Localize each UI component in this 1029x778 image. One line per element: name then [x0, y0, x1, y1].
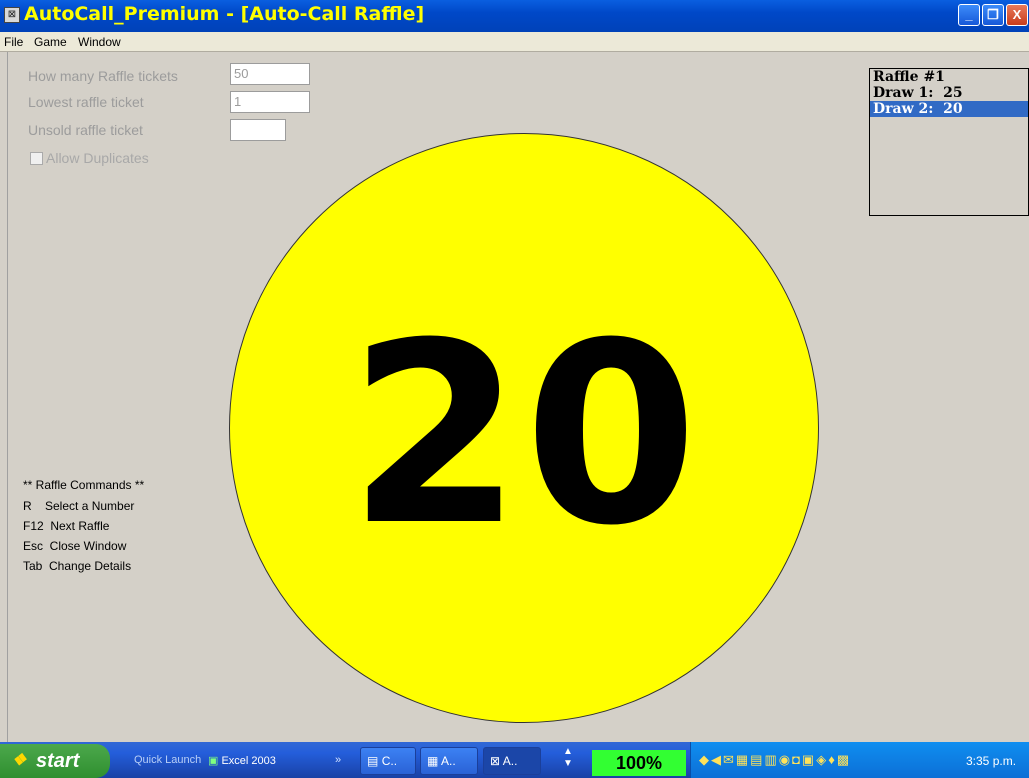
task-button-3-label: A.. — [502, 754, 518, 768]
window-title: AutoCall_Premium - [Auto-Call Raffle] — [24, 3, 425, 25]
chevron-icon[interactable]: » — [335, 754, 341, 766]
lowest-ticket-label: Lowest raffle ticket — [28, 94, 144, 110]
task-button-2[interactable]: ▦ A.. — [420, 747, 478, 775]
windows-flag-icon: ❖ — [12, 752, 27, 769]
menu-bar: File Game Window — [0, 32, 1029, 52]
task-button-3[interactable]: ⊠ A.. — [483, 747, 541, 775]
lowest-ticket-input[interactable]: 1 — [230, 91, 310, 113]
task-button-2-label: A.. — [441, 754, 456, 768]
draw-history-list[interactable]: Raffle #1 Draw 1: 25 Draw 2: 20 — [869, 68, 1029, 216]
task-button-1-label: C.. — [381, 754, 398, 768]
command-change-details: Tab Change Details — [23, 559, 132, 573]
start-label: start — [36, 750, 80, 772]
allow-duplicates-checkbox[interactable] — [30, 152, 43, 165]
clock: 3:35 p.m. — [966, 754, 1017, 768]
list-item-draw-1[interactable]: Draw 1: 25 — [870, 85, 1028, 101]
command-next-raffle: F12 Next Raffle — [23, 519, 110, 533]
restore-button[interactable]: ❐ — [982, 4, 1004, 26]
quick-launch-label: Quick Launch — [134, 754, 202, 766]
drawn-number: 20 — [348, 289, 700, 580]
app-icon[interactable]: ⊠ — [4, 7, 20, 23]
document-icon: ▦ — [427, 754, 439, 768]
unsold-ticket-input[interactable] — [230, 119, 286, 141]
title-bar: ⊠ AutoCall_Premium - [Auto-Call Raffle] … — [0, 0, 1029, 32]
excel-icon: ▣ — [208, 755, 219, 767]
excel-shortcut[interactable]: ▣ Excel 2003 — [208, 754, 276, 767]
tray-icons[interactable]: ◆◀✉▦▤▥◉◘▣◈♦▩ — [699, 752, 851, 768]
zoom-level-indicator: 100% — [592, 750, 686, 776]
task-button-1[interactable]: ▤ C.. — [360, 747, 416, 775]
tickets-input[interactable]: 50 — [230, 63, 310, 85]
menu-window[interactable]: Window — [78, 35, 121, 49]
tickets-label: How many Raffle tickets — [28, 68, 178, 84]
menu-file[interactable]: File — [4, 35, 23, 49]
commands-header: ** Raffle Commands ** — [23, 478, 145, 492]
command-select-number: R Select a Number — [23, 499, 135, 513]
close-button[interactable]: X — [1006, 4, 1028, 26]
list-item-raffle-title[interactable]: Raffle #1 — [870, 69, 1028, 85]
allow-duplicates-label: Allow Duplicates — [46, 150, 149, 166]
command-close-window: Esc Close Window — [23, 539, 127, 553]
app-window-icon: ⊠ — [490, 754, 501, 768]
start-button[interactable]: ❖ start — [0, 744, 110, 778]
system-tray: ◆◀✉▦▤▥◉◘▣◈♦▩ 3:35 p.m. — [690, 742, 1029, 778]
unsold-ticket-label: Unsold raffle ticket — [28, 122, 143, 138]
scroll-arrows-icon[interactable]: ▲ ▼ — [563, 746, 573, 770]
folder-icon: ▤ — [367, 754, 379, 768]
excel-shortcut-label: Excel 2003 — [221, 755, 276, 767]
minimize-button[interactable]: _ — [958, 4, 980, 26]
menu-game[interactable]: Game — [34, 35, 67, 49]
list-item-draw-2[interactable]: Draw 2: 20 — [870, 101, 1028, 117]
